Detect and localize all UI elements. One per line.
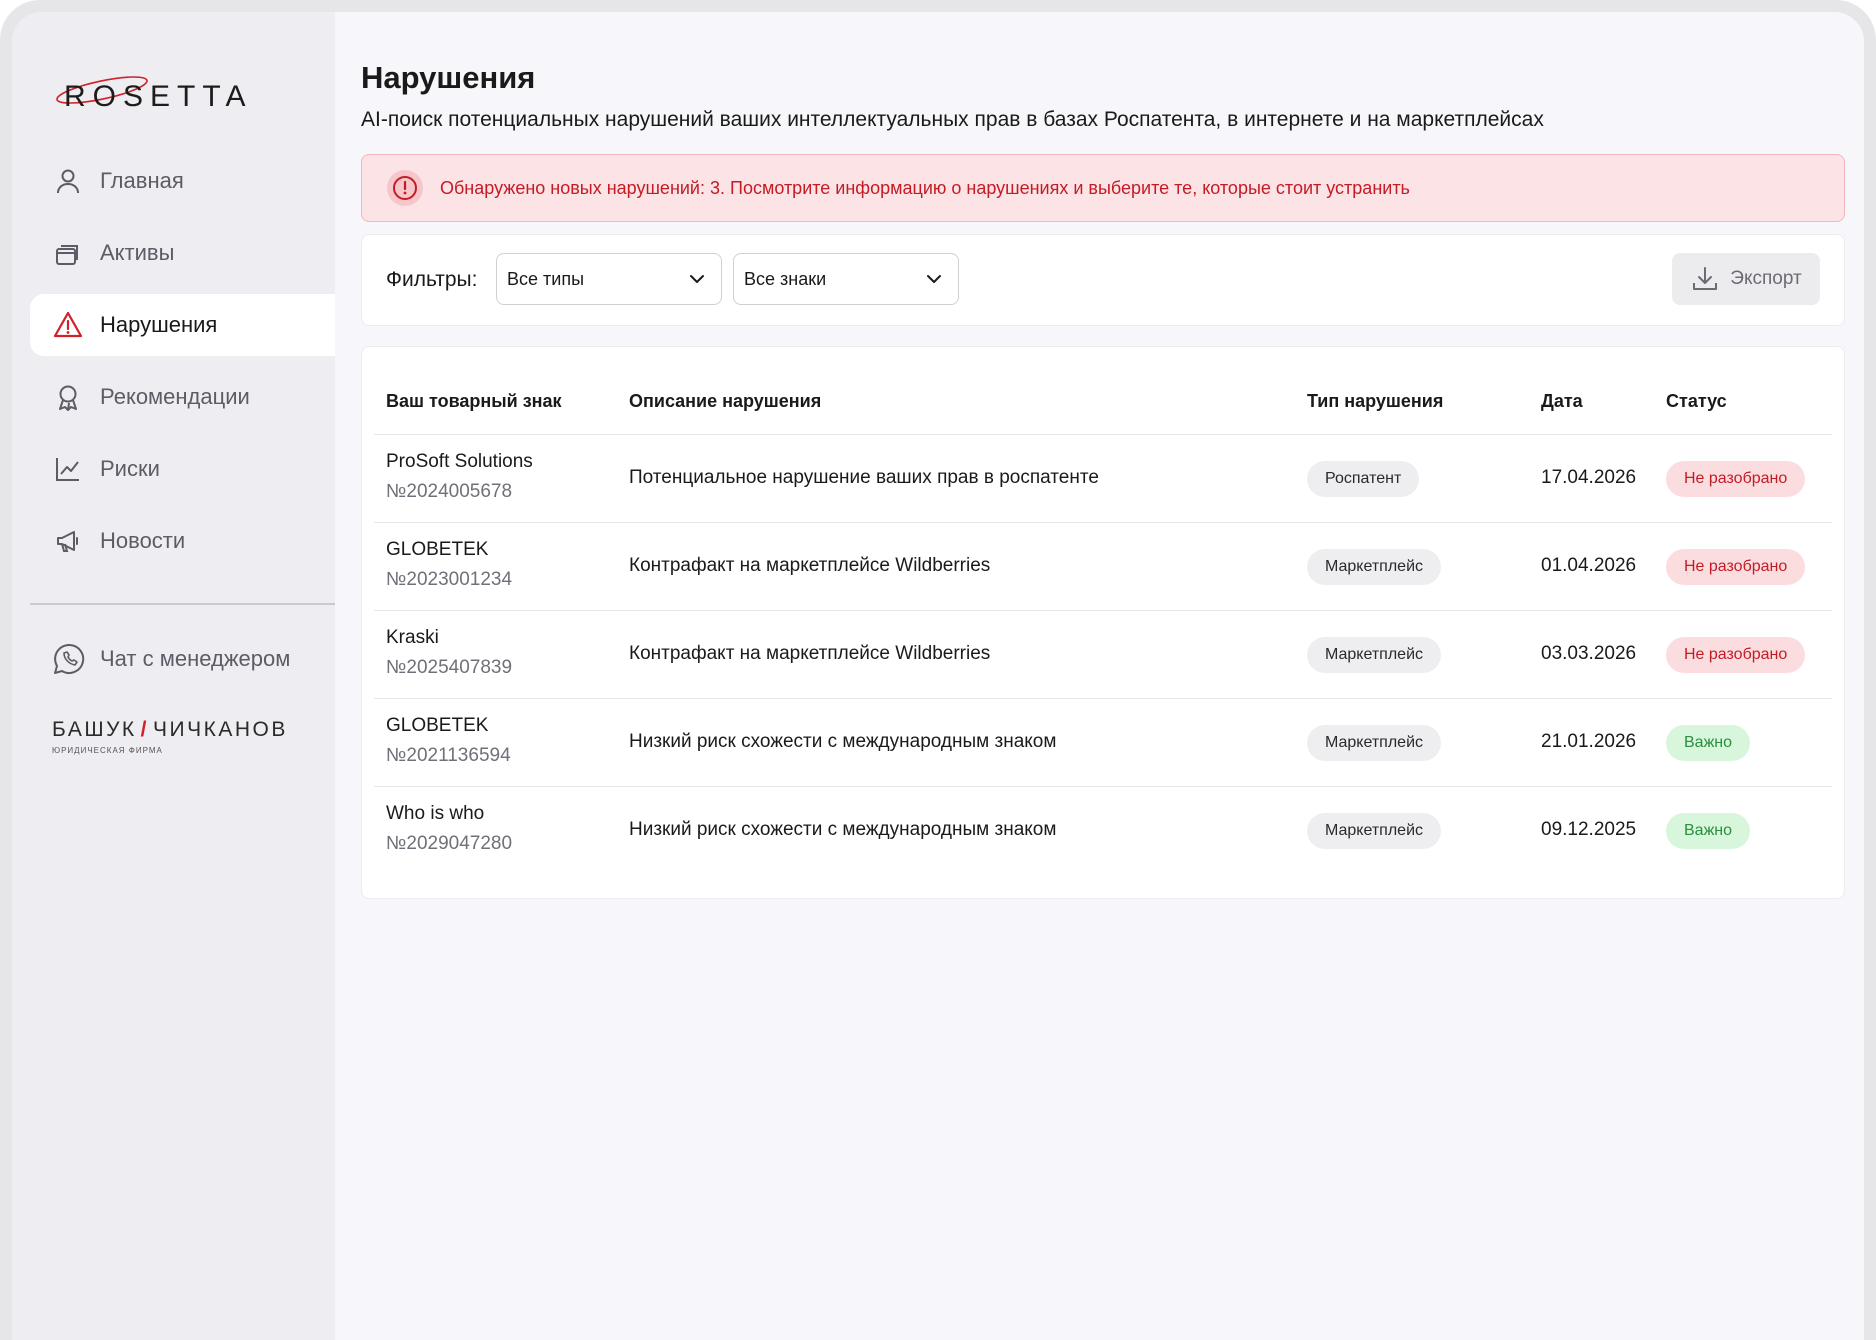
export-button[interactable]: Экспорт [1672,253,1820,305]
mark-cell: Who is who №2029047280 [386,803,512,855]
table-row[interactable]: GLOBETEK №2023001234 Контрафакт на марке… [374,523,1832,611]
sidebar-item-risks[interactable]: Риски [30,438,335,500]
violation-description: Низкий риск схожести с международным зна… [629,819,1057,840]
violation-date: 21.01.2026 [1541,731,1637,752]
sidebar: ROSETTA Главная Активы Нарушения Рекомен… [12,12,335,1340]
firm-logo: БАШУК / ЧИЧКАНОВ ЮРИДИЧЕСКАЯ ФИРМА [52,718,312,755]
mark-number: №2025407839 [386,657,513,678]
sidebar-item-label: Активы [100,240,175,265]
sidebar-item-label: Риски [100,456,160,481]
violation-description: Потенциальное нарушение ваших прав в рос… [629,467,1099,488]
table-row[interactable]: Kraski №2025407839 Контрафакт на маркетп… [374,611,1832,699]
firm-subtitle: ЮРИДИЧЕСКАЯ ФИРМА [52,746,163,755]
violation-description: Контрафакт на маркетплейсе Wildberries [629,643,991,664]
filters-bar: Фильтры: Все типы Все знаки Экспорт [361,234,1845,326]
sidebar-item-label: Нарушения [100,312,218,337]
header-mark: Ваш товарный знак [386,391,562,411]
rosetta-logo[interactable]: ROSETTA [50,68,290,118]
mark-filter-value: Все знаки [744,268,827,289]
mark-name: GLOBETEK [386,715,489,736]
firm-name-right: ЧИЧКАНОВ [153,718,288,741]
mark-name: Who is who [386,803,485,824]
violation-type-badge: Маркетплейс [1307,813,1442,849]
chart-line-icon [52,453,84,485]
table-body: ProSoft Solutions №2024005678 Потенциаль… [374,435,1832,875]
table-row[interactable]: ProSoft Solutions №2024005678 Потенциаль… [374,435,1832,523]
stack-icon [52,237,84,269]
type-filter-select[interactable]: Все типы [496,253,722,305]
violation-date: 03.03.2026 [1541,643,1637,664]
alert-circle-icon [386,169,424,207]
mark-name: ProSoft Solutions [386,451,533,472]
mark-name: GLOBETEK [386,539,489,560]
download-icon [1690,264,1720,294]
filters-label: Фильтры: [386,268,478,291]
warning-icon [52,309,84,341]
app-screen: ROSETTA Главная Активы Нарушения Рекомен… [12,12,1864,1340]
violation-type-badge: Маркетплейс [1307,637,1442,673]
table-header: Ваш товарный знак Описание нарушения Тип… [374,391,1832,435]
mark-number: №2029047280 [386,833,513,854]
main-content: Нарушения AI-поиск потенциальных нарушен… [335,12,1864,1340]
whatsapp-icon [52,642,86,676]
firm-name-left: БАШУК [52,718,137,741]
sidebar-divider [30,603,335,605]
chat-label: Чат с менеджером [100,646,291,671]
mark-number: №2021136594 [386,745,511,766]
violation-date: 17.04.2026 [1541,467,1637,488]
firm-slash: / [140,718,149,741]
violation-description: Контрафакт на маркетплейсе Wildberries [629,555,991,576]
mark-number: №2023001234 [386,569,513,590]
sidebar-item-violations[interactable]: Нарушения [30,294,335,356]
mark-filter-select[interactable]: Все знаки [733,253,959,305]
status-badge: Не разобрано [1666,549,1806,585]
chevron-down-icon [922,267,946,291]
violations-table: Ваш товарный знак Описание нарушения Тип… [361,346,1845,899]
violation-date: 01.04.2026 [1541,555,1637,576]
mark-cell: GLOBETEK №2021136594 [386,715,511,767]
status-badge: Важно [1666,725,1751,761]
alert-text: Обнаружено новых нарушений: 3. Посмотрит… [440,177,1410,198]
table-row[interactable]: Who is who №2029047280 Низкий риск схоже… [374,787,1832,875]
mark-cell: Kraski №2025407839 [386,627,512,679]
header-status: Статус [1666,391,1727,411]
table-row[interactable]: GLOBETEK №2021136594 Низкий риск схожест… [374,699,1832,787]
sidebar-item-label: Рекомендации [100,384,250,409]
header-description: Описание нарушения [629,391,822,411]
user-icon [52,165,84,197]
page-subtitle: AI-поиск потенциальных нарушений ваших и… [361,108,1544,131]
export-label: Экспорт [1730,268,1802,289]
sidebar-item-home[interactable]: Главная [30,150,335,212]
logo-text: ROSETTA [64,80,253,113]
violation-type-badge: Роспатент [1307,461,1420,497]
type-filter-value: Все типы [507,268,585,289]
mark-number: №2024005678 [386,481,513,502]
sidebar-nav: Главная Активы Нарушения Рекомендации Ри… [30,150,335,582]
chevron-down-icon [685,267,709,291]
header-type: Тип нарушения [1307,391,1444,411]
mark-name: Kraski [386,627,439,648]
sidebar-item-label: Новости [100,528,186,553]
violation-type-badge: Маркетплейс [1307,549,1442,585]
sidebar-item-assets[interactable]: Активы [30,222,335,284]
violation-type-badge: Маркетплейс [1307,725,1442,761]
mark-cell: GLOBETEK №2023001234 [386,539,512,591]
violation-description: Низкий риск схожести с международным зна… [629,731,1057,752]
firm-name: БАШУК / ЧИЧКАНОВ [52,718,312,742]
sidebar-item-news[interactable]: Новости [30,510,335,572]
award-icon [52,381,84,413]
mark-cell: ProSoft Solutions №2024005678 [386,451,533,503]
sidebar-item-recommendations[interactable]: Рекомендации [30,366,335,428]
header-date: Дата [1541,391,1583,411]
status-badge: Не разобрано [1666,461,1806,497]
page-title: Нарушения [361,60,536,95]
violation-date: 09.12.2025 [1541,819,1637,840]
megaphone-icon [52,525,84,557]
chat-with-manager-link[interactable]: Чат с менеджером [52,642,290,676]
device-frame: ROSETTA Главная Активы Нарушения Рекомен… [0,0,1876,1340]
status-badge: Важно [1666,813,1751,849]
sidebar-item-label: Главная [100,168,184,193]
new-violations-alert: Обнаружено новых нарушений: 3. Посмотрит… [361,154,1845,222]
status-badge: Не разобрано [1666,637,1806,673]
